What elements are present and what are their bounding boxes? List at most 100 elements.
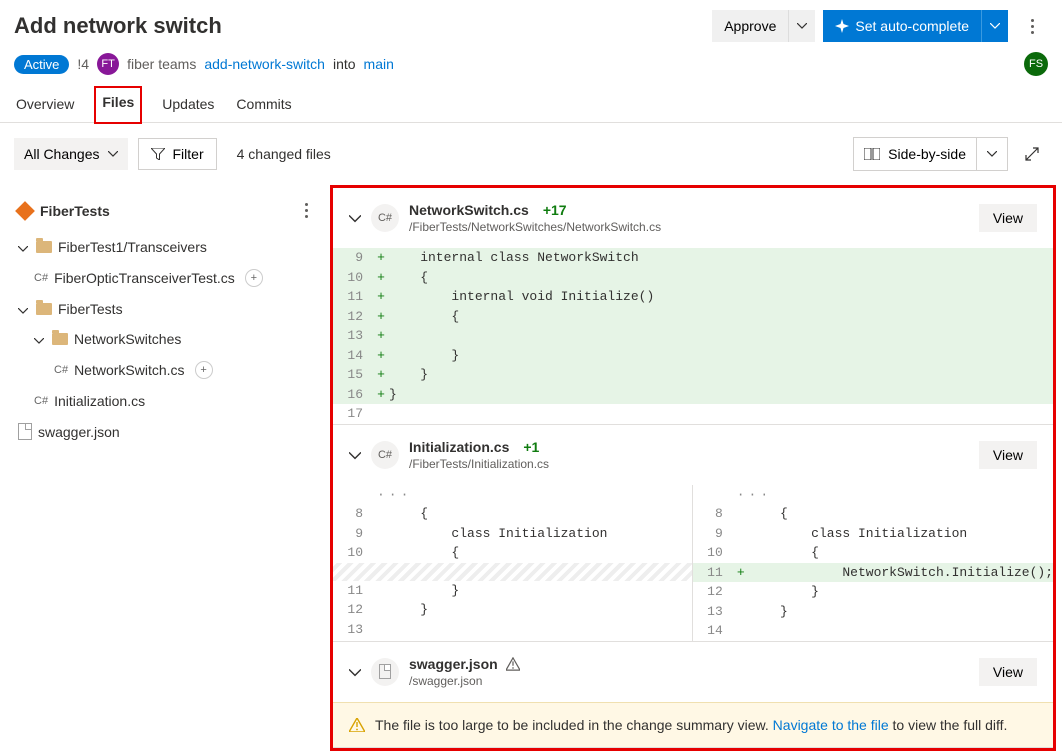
view-file-button[interactable]: View — [979, 204, 1037, 232]
source-branch-link[interactable]: add-network-switch — [204, 56, 325, 72]
language-badge: C# — [371, 441, 399, 469]
folder-icon — [52, 333, 68, 345]
tree-label: NetworkSwitches — [74, 331, 181, 347]
chevron-down-icon — [987, 151, 997, 157]
tree-file-swagger[interactable]: swagger.json — [14, 416, 326, 447]
cs-file-icon: C# — [34, 272, 48, 284]
pr-id: !4 — [77, 56, 89, 72]
tree-file-initialization[interactable]: C# Initialization.cs — [14, 386, 326, 416]
tree-file-networkswitch[interactable]: C# NetworkSwitch.cs + — [14, 354, 326, 386]
tree-label: FiberTest1/Transceivers — [58, 239, 207, 255]
tab-updates[interactable]: Updates — [160, 86, 216, 122]
code-line: 9+ internal class NetworkSwitch — [333, 248, 1053, 268]
file-icon — [18, 423, 32, 440]
fullscreen-button[interactable] — [1016, 138, 1048, 170]
user-avatar[interactable]: FS — [1024, 52, 1048, 76]
code-line: 13+ — [333, 326, 1053, 346]
all-changes-label: All Changes — [24, 146, 100, 162]
file-too-large-warning: The file is too large to be included in … — [333, 702, 1053, 747]
team-name: fiber teams — [127, 56, 196, 72]
file-diff-block: C# Initialization.cs+1 /FiberTests/Initi… — [333, 425, 1053, 642]
code-line: 16+} — [333, 385, 1053, 405]
warning-text: The file is too large to be included in … — [375, 717, 769, 733]
file-diff-block: C# NetworkSwitch.cs+17 /FiberTests/Netwo… — [333, 188, 1053, 425]
view-file-button[interactable]: View — [979, 658, 1037, 686]
chevron-down-icon — [18, 308, 28, 314]
into-text: into — [333, 56, 356, 72]
tree-file-fot[interactable]: C# FiberOpticTransceiverTest.cs + — [14, 262, 326, 294]
code-line: 10 { — [333, 543, 692, 563]
code-line: 13 } — [693, 602, 1053, 622]
all-changes-dropdown[interactable]: All Changes — [14, 138, 128, 170]
tree-label: NetworkSwitch.cs — [74, 362, 184, 378]
project-name: FiberTests — [40, 203, 110, 219]
chevron-down-icon — [349, 452, 361, 460]
tree-folder-fibertest1[interactable]: FiberTest1/Transceivers — [14, 232, 326, 262]
view-mode-label: Side-by-side — [888, 146, 966, 162]
collapsed-lines: ··· — [333, 485, 692, 505]
more-actions-button[interactable] — [1016, 10, 1048, 42]
project-icon — [15, 201, 35, 221]
code-line: 13 — [333, 620, 692, 640]
file-diff-block: swagger.json /swagger.json View The file… — [333, 642, 1053, 748]
tree-folder-fibertests[interactable]: FiberTests — [14, 294, 326, 324]
code-line: 9 class Initialization — [333, 524, 692, 544]
sidebar-more-button[interactable] — [290, 201, 322, 220]
tree-label: FiberOpticTransceiverTest.cs — [54, 270, 235, 286]
file-path: /swagger.json — [409, 674, 969, 688]
tree-label: FiberTests — [58, 301, 123, 317]
navigate-to-file-link[interactable]: Navigate to the file — [773, 717, 889, 733]
expand-icon — [1024, 146, 1040, 162]
tab-commits[interactable]: Commits — [234, 86, 293, 122]
approve-button[interactable]: Approve — [712, 10, 789, 42]
filter-icon — [151, 148, 165, 160]
code-line: 8 { — [693, 504, 1053, 524]
sparkle-icon — [835, 19, 849, 33]
file-name[interactable]: NetworkSwitch.cs — [409, 202, 529, 218]
file-path: /FiberTests/Initialization.cs — [409, 457, 969, 471]
file-name[interactable]: swagger.json — [409, 656, 498, 672]
collapse-file-toggle[interactable] — [349, 447, 361, 463]
page-title: Add network switch — [14, 13, 222, 39]
code-line: 12 } — [693, 582, 1053, 602]
code-line: 9 class Initialization — [693, 524, 1053, 544]
code-line: 11+ NetworkSwitch.Initialize(); — [693, 563, 1053, 583]
folder-icon — [36, 241, 52, 253]
chevron-down-icon — [34, 338, 44, 344]
approve-dropdown[interactable] — [789, 10, 815, 42]
file-path: /FiberTests/NetworkSwitches/NetworkSwitc… — [409, 220, 969, 234]
code-line: 15+ } — [333, 365, 1053, 385]
side-by-side-icon — [864, 148, 880, 160]
diff-gap — [333, 563, 692, 581]
warning-suffix: to view the full diff. — [893, 717, 1008, 733]
added-badge-icon: + — [245, 269, 263, 287]
cs-file-icon: C# — [34, 395, 48, 407]
code-line: 14+ } — [333, 346, 1053, 366]
code-line: 10+ { — [333, 268, 1053, 288]
code-line: 8 { — [333, 504, 692, 524]
target-branch-link[interactable]: main — [364, 56, 394, 72]
code-line: 11 } — [333, 581, 692, 601]
more-icon — [305, 203, 308, 218]
code-line: 11+ internal void Initialize() — [333, 287, 1053, 307]
tree-label: swagger.json — [38, 424, 120, 440]
file-name[interactable]: Initialization.cs — [409, 439, 509, 455]
added-badge-icon: + — [195, 361, 213, 379]
tab-overview[interactable]: Overview — [14, 86, 76, 122]
chevron-down-icon — [349, 669, 361, 677]
auto-complete-button[interactable]: Set auto-complete — [823, 10, 982, 42]
view-mode-button[interactable]: Side-by-side — [854, 138, 976, 170]
code-line: 10 { — [693, 543, 1053, 563]
cs-file-icon: C# — [54, 364, 68, 376]
auto-complete-dropdown[interactable] — [982, 10, 1008, 42]
file-icon — [371, 658, 399, 686]
view-file-button[interactable]: View — [979, 441, 1037, 469]
collapse-file-toggle[interactable] — [349, 210, 361, 226]
filter-label: Filter — [173, 146, 204, 162]
filter-button[interactable]: Filter — [138, 138, 217, 170]
view-mode-dropdown[interactable] — [976, 138, 1007, 170]
code-line: 12 } — [333, 600, 692, 620]
tree-folder-networkswitches[interactable]: NetworkSwitches — [14, 324, 326, 354]
tab-files[interactable]: Files — [94, 86, 142, 124]
collapse-file-toggle[interactable] — [349, 664, 361, 680]
